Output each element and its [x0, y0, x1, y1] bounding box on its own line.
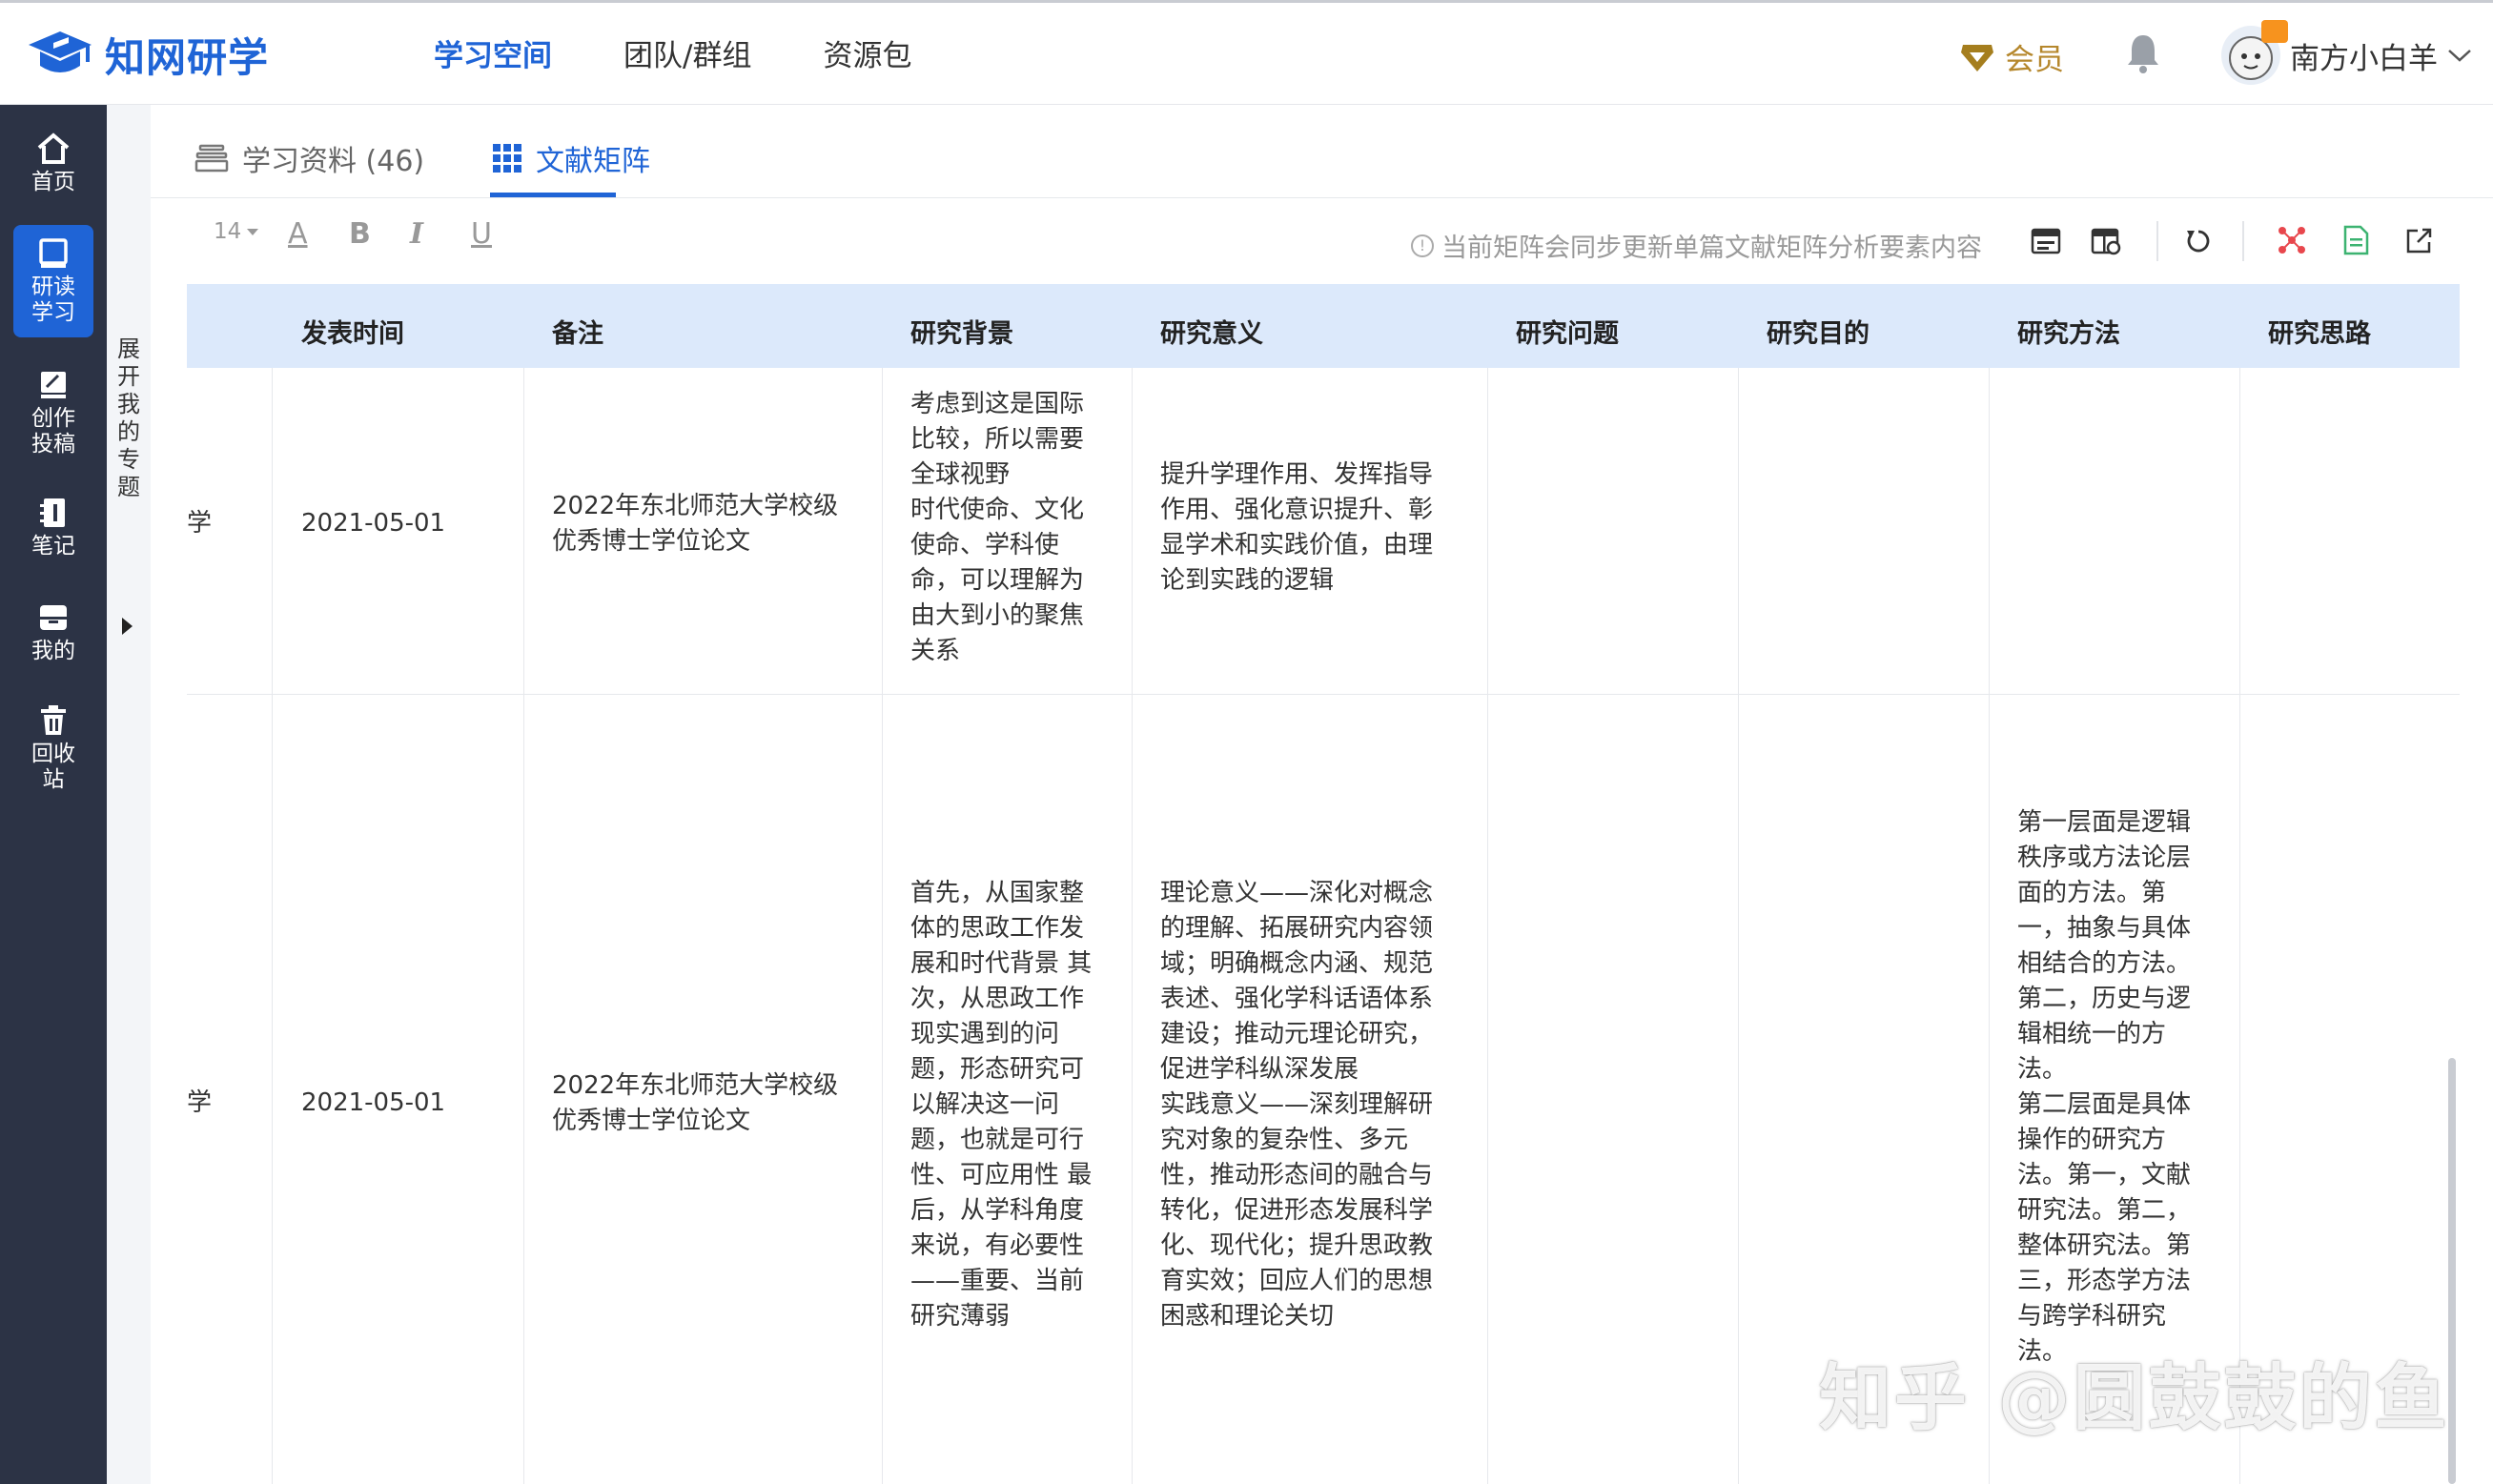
sidebar-item-home[interactable]: 首页 — [0, 132, 107, 195]
username: 南方小白羊 — [2290, 41, 2438, 76]
note-cell[interactable]: 2022年东北师范大学校级 优秀博士学位论文 — [552, 489, 838, 559]
title-cell[interactable]: 学 — [187, 506, 212, 541]
underline-button[interactable]: U — [471, 217, 492, 251]
sidebar-item-label: 研读 学习 — [31, 274, 75, 325]
font-size-value: 14 — [214, 219, 242, 244]
sidebar-item-notes[interactable]: 笔记 — [0, 496, 107, 559]
significance-cell[interactable]: 提升学理作用、发挥指导 作用、强化意识提升、彰 显学术和实践价值，由理 论到实践… — [1160, 457, 1433, 599]
expand-topics-toggle[interactable]: 展开我的专题 — [107, 105, 151, 1484]
column-header[interactable]: 研究思路 — [2268, 313, 2371, 350]
notebook-icon — [40, 498, 65, 527]
vip-link[interactable]: 会员 — [1959, 35, 2064, 78]
column-header[interactable]: 研究问题 — [1516, 313, 1619, 350]
sync-notice-text: 当前矩阵会同步更新单篇文献矩阵分析要素内容 — [1441, 234, 1982, 263]
column-header[interactable]: 研究意义 — [1160, 313, 1263, 350]
column-header[interactable]: 研究方法 — [2017, 313, 2120, 350]
note-cell[interactable]: 2022年东北师范大学校级 优秀博士学位论文 — [552, 1068, 838, 1139]
sidebar-item-label: 回收 站 — [31, 742, 75, 792]
column-header[interactable]: 备注 — [552, 313, 603, 350]
literature-matrix-table: 发表时间 备注 研究背景 研究意义 研究问题 研究目的 研究方法 研究思路 学 … — [187, 284, 2460, 1484]
edit-icon — [41, 372, 66, 398]
sidebar-item-mine[interactable]: 我的 — [0, 600, 107, 664]
sidebar-item-label: 我的 — [31, 639, 75, 663]
share-out-icon[interactable] — [2404, 227, 2433, 255]
sidebar-item-trash[interactable]: 回收 站 — [0, 703, 107, 793]
tab-study-materials[interactable]: 学习资料 (46) — [194, 137, 424, 179]
tab-label: 学习资料 (46) — [242, 145, 425, 178]
sidebar-item-label: 首页 — [31, 170, 75, 194]
mortarboard-icon — [29, 31, 92, 72]
refresh-icon[interactable] — [2183, 227, 2214, 255]
home-icon — [37, 132, 70, 164]
nav-item-teams[interactable]: 团队/群组 — [623, 31, 751, 74]
watermark: 知乎 @圆鼓鼓的鱼 — [1819, 1355, 2450, 1440]
font-size-select[interactable]: 14 — [214, 219, 259, 244]
active-tab-indicator — [490, 193, 616, 197]
insert-row-icon[interactable] — [2031, 227, 2061, 255]
box-icon — [40, 605, 67, 630]
sidebar-item-label: 创作 投稿 — [31, 406, 75, 457]
avatar — [2221, 20, 2288, 85]
tab-label: 文献矩阵 — [536, 145, 650, 178]
sidebar-item-create[interactable]: 创作 投稿 — [0, 368, 107, 457]
date-cell[interactable]: 2021-05-01 — [301, 1086, 445, 1121]
table-header: 发表时间 备注 研究背景 研究意义 研究问题 研究目的 研究方法 研究思路 — [187, 284, 2460, 368]
user-menu[interactable]: 南方小白羊 — [2221, 20, 2472, 85]
column-header[interactable]: 研究目的 — [1767, 313, 1870, 350]
info-icon: ! — [1411, 234, 1434, 257]
vip-badge — [2261, 20, 2288, 43]
nav-item-resources[interactable]: 资源包 — [823, 31, 911, 74]
tab-literature-matrix[interactable]: 文献矩阵 — [492, 137, 650, 179]
tab-bar: 学习资料 (46) 文献矩阵 — [151, 105, 2493, 198]
trash-icon — [41, 705, 66, 735]
diamond-icon — [1961, 44, 1993, 71]
stack-icon — [194, 144, 229, 173]
expand-topics-label: 展开我的专题 — [117, 335, 140, 500]
column-header[interactable]: 研究背景 — [910, 313, 1013, 350]
vip-label: 会员 — [2005, 43, 2064, 77]
table-row[interactable]: 学 2021-05-01 2022年东北师范大学校级 优秀博士学位论文 考虑到这… — [187, 368, 2460, 695]
chevron-down-icon — [2448, 50, 2471, 62]
date-cell[interactable]: 2021-05-01 — [301, 506, 445, 541]
main-nav: 学习空间 团队/群组 资源包 — [434, 31, 911, 74]
caret-right-icon — [122, 618, 133, 635]
nav-item-learning-space[interactable]: 学习空间 — [434, 31, 552, 74]
background-cell[interactable]: 首先，从国家整 体的思政工作发 展和时代背景 其 次，从思政工作 现实遇到的问 … — [910, 876, 1092, 1334]
sidebar: 首页 研读 学习 创作 投稿 笔记 我的 回收 站 — [0, 105, 107, 1484]
column-header[interactable]: 发表时间 — [301, 313, 404, 350]
italic-button[interactable]: I — [410, 217, 423, 251]
method-cell[interactable]: 第一层面是逻辑 秩序或方法论层 面的方法。第 一，抽象与具体 相结合的方法。 第… — [2017, 805, 2191, 1370]
book-icon — [39, 238, 68, 268]
brand-name: 知网研学 — [105, 33, 270, 81]
brand-logo[interactable]: 知网研学 — [25, 26, 269, 83]
export-doc-icon[interactable] — [2341, 225, 2370, 255]
bell-icon[interactable] — [2124, 31, 2162, 73]
sidebar-item-label: 笔记 — [31, 534, 75, 559]
sidebar-item-study[interactable]: 研读 学习 — [13, 225, 93, 337]
bold-button[interactable]: B — [349, 217, 371, 251]
caret-down-icon — [247, 228, 259, 235]
grid-icon — [493, 144, 521, 173]
font-color-button[interactable]: A — [288, 217, 308, 251]
significance-cell[interactable]: 理论意义——深化对概念 的理解、拓展研究内容领 域；明确概念内涵、规范 表述、强… — [1160, 876, 1433, 1334]
toolbar-divider — [2156, 221, 2158, 261]
title-cell[interactable]: 学 — [187, 1086, 212, 1121]
mind-map-icon[interactable] — [2277, 225, 2307, 255]
top-bar: 知网研学 学习空间 团队/群组 资源包 会员 南方小白羊 — [0, 0, 2493, 105]
sync-notice: ! 当前矩阵会同步更新单篇文献矩阵分析要素内容 — [1411, 227, 1982, 264]
toolbar-divider — [2242, 221, 2244, 261]
background-cell[interactable]: 考虑到这是国际 比较，所以需要 全球视野 时代使命、文化 使命、学科使 命，可以… — [910, 387, 1084, 669]
table-settings-icon[interactable] — [2091, 227, 2121, 255]
